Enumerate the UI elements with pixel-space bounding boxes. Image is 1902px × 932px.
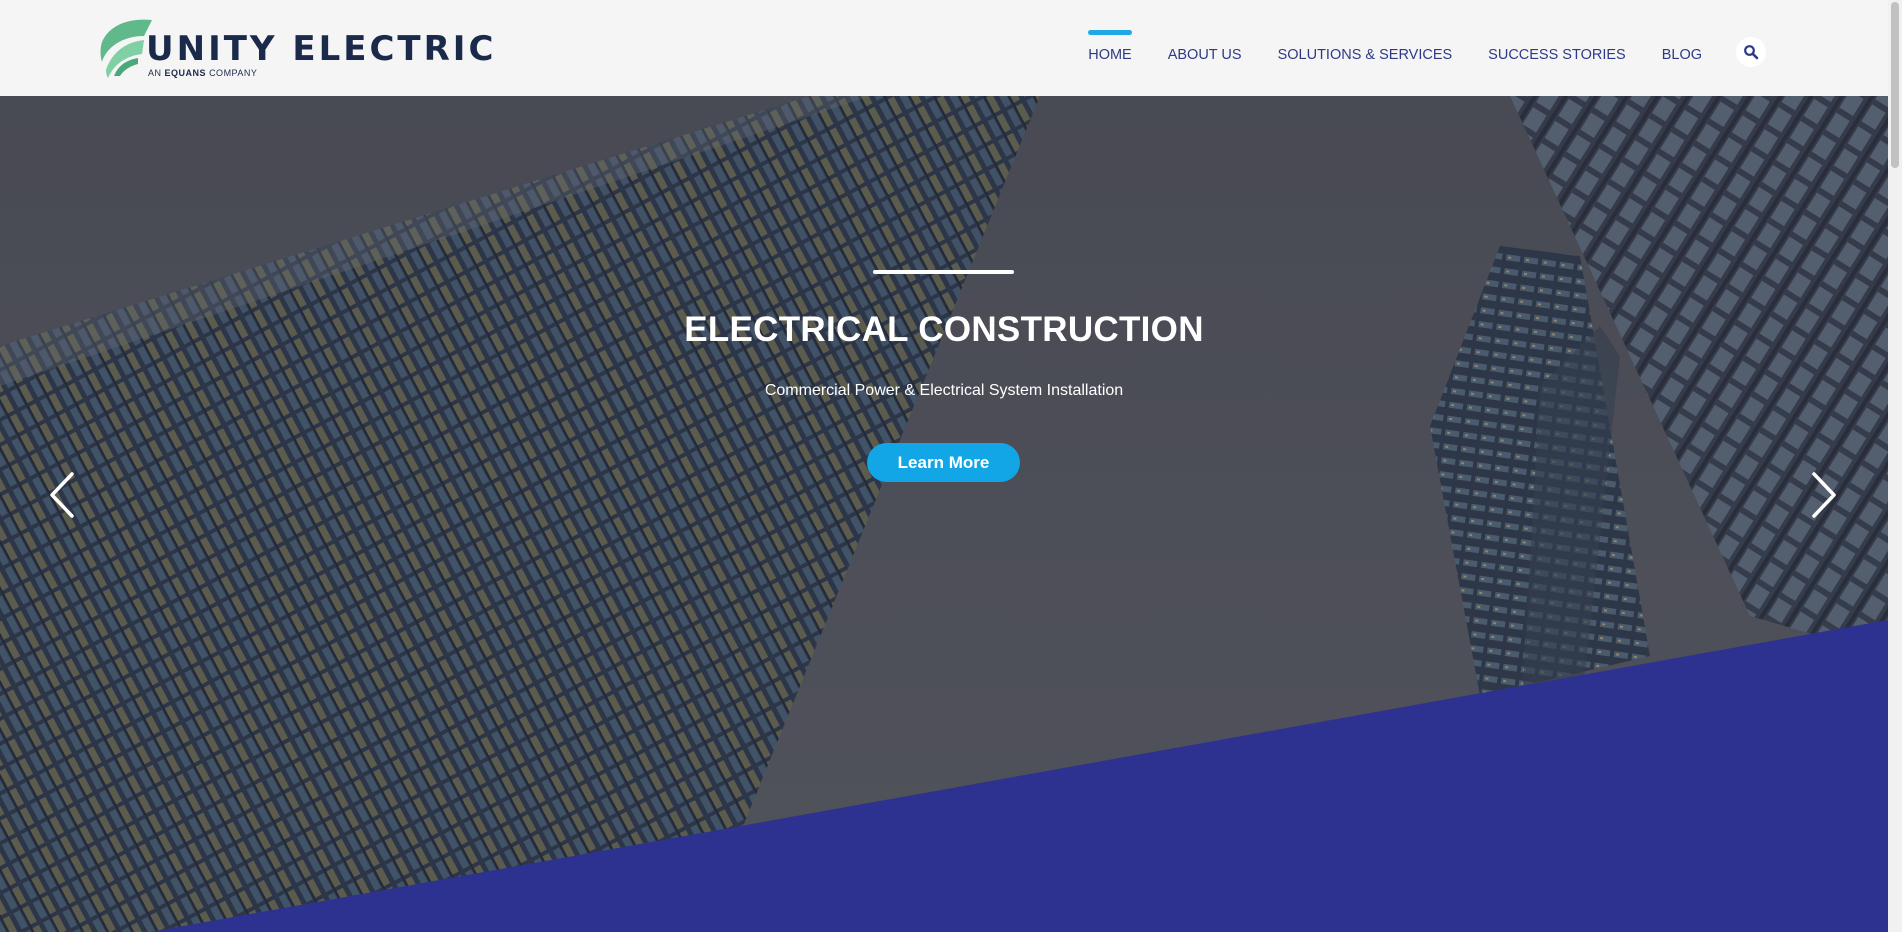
tagline-suffix: COMPANY (209, 68, 258, 78)
nav-item-about-us[interactable]: ABOUT US (1168, 33, 1242, 63)
chevron-right-icon (1812, 472, 1836, 518)
chevron-left-icon (50, 472, 74, 518)
nav-item-home[interactable]: HOME (1088, 30, 1132, 63)
hero-slider: ELECTRICAL CONSTRUCTION Commercial Power… (0, 96, 1888, 932)
brand-name: UNITY ELECTRIC (146, 29, 497, 69)
scrollbar-thumb[interactable] (1891, 2, 1899, 168)
nav-item-success-stories[interactable]: SUCCESS STORIES (1488, 33, 1626, 63)
search-icon (1744, 45, 1759, 60)
nav-item-solutions-services[interactable]: SOLUTIONS & SERVICES (1278, 33, 1453, 63)
hero-subtitle: Commercial Power & Electrical System Ins… (764, 382, 1124, 399)
slider-prev-button[interactable] (46, 470, 80, 520)
hero-title: ELECTRICAL CONSTRUCTION (684, 310, 1204, 349)
hero-diagonal-band (150, 620, 1888, 932)
slider-next-button[interactable] (1806, 470, 1840, 520)
tagline-prefix: AN (148, 68, 162, 78)
nav-item-blog[interactable]: BLOG (1662, 33, 1702, 63)
page: UNITY ELECTRIC AN EQUANS COMPANY HOME AB… (0, 0, 1902, 932)
tagline-brand: EQUANS (164, 68, 207, 78)
main-nav: HOME ABOUT US SOLUTIONS & SERVICES SUCCE… (1052, 0, 1702, 96)
brand-logo[interactable]: UNITY ELECTRIC AN EQUANS COMPANY (98, 18, 493, 80)
hero-divider (873, 270, 1014, 274)
page-scrollbar[interactable] (1888, 0, 1902, 932)
learn-more-button[interactable]: Learn More (867, 443, 1020, 482)
search-button[interactable] (1736, 37, 1766, 67)
site-header: UNITY ELECTRIC AN EQUANS COMPANY HOME AB… (0, 0, 1888, 96)
brand-tagline: AN EQUANS COMPANY (148, 68, 257, 78)
